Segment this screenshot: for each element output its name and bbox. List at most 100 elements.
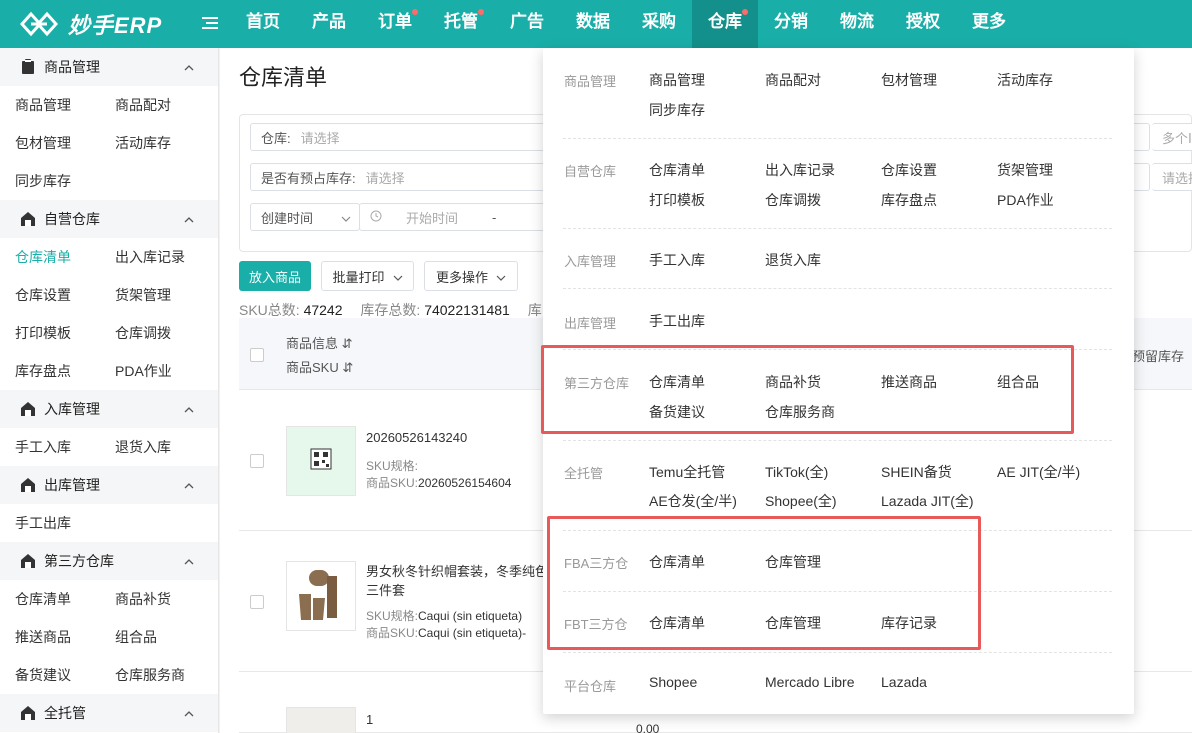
more-actions-button[interactable]: 更多操作	[424, 261, 518, 291]
sidebar-item-print-template[interactable]: 打印模板	[15, 314, 115, 352]
menu-item-warehouse-settings[interactable]: 仓库设置	[881, 160, 937, 180]
menu-item-ae-jit[interactable]: AE JIT(全/半)	[997, 462, 1080, 482]
select-all-checkbox[interactable]	[250, 348, 264, 362]
menu-item-warehouse-list[interactable]: 仓库清单	[649, 160, 705, 180]
sidebar-item-activity-stock[interactable]: 活动库存	[115, 124, 215, 162]
menu-item-product-management[interactable]: 商品管理	[649, 70, 705, 90]
menu-item-platform-shopee[interactable]: Shopee	[649, 674, 697, 690]
menu-divider	[563, 228, 1112, 229]
product-title[interactable]: 1	[366, 712, 373, 727]
row-value: 0.00	[636, 722, 660, 733]
menu-item-warehouse-transfer[interactable]: 仓库调拨	[765, 190, 821, 210]
time-type-select[interactable]: 创建时间	[250, 203, 360, 231]
product-thumbnail[interactable]	[286, 561, 356, 631]
sidebar-item-warehouse-provider[interactable]: 仓库服务商	[115, 656, 215, 694]
clock-icon	[370, 210, 382, 225]
sidebar-group-full-hosting[interactable]: 全托管	[0, 694, 218, 732]
logo-text: 妙手ERP	[68, 13, 163, 38]
date-range-input[interactable]: 开始时间 -	[359, 203, 559, 231]
menu-item-platform-lazada[interactable]: Lazada	[881, 674, 927, 690]
sidebar-item-product-management[interactable]: 商品管理	[15, 86, 115, 124]
menu-item-platform-mercado-libre[interactable]: Mercado Libre	[765, 674, 855, 690]
sidebar-item-bundles[interactable]: 组合品	[115, 618, 215, 656]
chevron-down-icon	[393, 269, 403, 284]
sidebar-item-shelf-management[interactable]: 货架管理	[115, 276, 215, 314]
menu-item-inout-records[interactable]: 出入库记录	[765, 160, 835, 180]
menu-item-return-inbound[interactable]: 退货入库	[765, 250, 821, 270]
add-product-button[interactable]: 放入商品	[239, 261, 311, 291]
menu-item-print-template[interactable]: 打印模板	[649, 190, 705, 210]
menu-item-shelf-management[interactable]: 货架管理	[997, 160, 1053, 180]
nav-ads[interactable]: 广告	[494, 0, 560, 48]
sidebar-item-inout-records[interactable]: 出入库记录	[115, 238, 215, 276]
menu-item-packaging[interactable]: 包材管理	[881, 70, 937, 90]
menu-item-tiktok[interactable]: TikTok(全)	[765, 462, 828, 482]
nav-products[interactable]: 产品	[296, 0, 362, 48]
notification-dot	[742, 9, 748, 15]
logo[interactable]: 妙手ERP	[0, 8, 190, 40]
sidebar-item-manual-outbound[interactable]: 手工出库	[15, 504, 115, 542]
notification-dot	[478, 9, 484, 15]
sidebar-item-3pl-warehouse-list[interactable]: 仓库清单	[15, 580, 115, 618]
menu-toggle-icon[interactable]	[190, 13, 230, 36]
product-title[interactable]: 20260526143240	[366, 430, 467, 445]
nav-authorization[interactable]: 授权	[890, 0, 956, 48]
product-title[interactable]: 男女秋冬针织帽套装，冬季纯色	[366, 561, 556, 580]
row-checkbox[interactable]	[250, 454, 264, 468]
nav-warehouse[interactable]: 仓库	[692, 0, 758, 48]
sidebar-item-push-products[interactable]: 推送商品	[15, 618, 115, 656]
sidebar-item-warehouse-transfer[interactable]: 仓库调拨	[115, 314, 215, 352]
nav-orders[interactable]: 订单	[362, 0, 428, 48]
chevron-up-icon	[184, 60, 194, 74]
right-filter-1[interactable]: 多个Ⅰ	[1152, 123, 1192, 151]
menu-item-shopee-full[interactable]: Shopee(全)	[765, 491, 837, 511]
sidebar-group-third-party-warehouse[interactable]: 第三方仓库	[0, 542, 218, 580]
product-spec: SKU规格:	[366, 459, 419, 473]
sidebar-item-warehouse-settings[interactable]: 仓库设置	[15, 276, 115, 314]
menu-item-ae-warehouse[interactable]: AE仓发(全/半)	[649, 491, 737, 511]
nav-distribution[interactable]: 分销	[758, 0, 824, 48]
nav-data[interactable]: 数据	[560, 0, 626, 48]
menu-item-lazada-jit[interactable]: Lazada JIT(全)	[881, 491, 974, 511]
menu-divider	[563, 440, 1112, 441]
chevron-down-icon	[341, 210, 351, 225]
menu-item-stock-count[interactable]: 库存盘点	[881, 190, 937, 210]
sidebar-group-product-management[interactable]: 商品管理	[0, 48, 218, 86]
product-sku: 商品SKU:20260526154604	[366, 476, 512, 490]
menu-item-product-pairing[interactable]: 商品配对	[765, 70, 821, 90]
product-title-cont: 三件套	[366, 583, 406, 598]
menu-item-shein[interactable]: SHEIN备货	[881, 462, 952, 482]
sidebar-item-replenishment[interactable]: 商品补货	[115, 580, 215, 618]
menu-item-sync-stock[interactable]: 同步库存	[649, 100, 705, 120]
sidebar-item-pda[interactable]: PDA作业	[115, 352, 215, 390]
product-thumbnail[interactable]	[286, 707, 356, 733]
product-thumbnail[interactable]	[286, 426, 356, 496]
menu-item-activity-stock[interactable]: 活动库存	[997, 70, 1053, 90]
sidebar-item-sync-stock[interactable]: 同步库存	[15, 162, 115, 200]
header-product-info[interactable]: 商品信息 ⇵	[286, 333, 353, 352]
menu-item-temu[interactable]: Temu全托管	[649, 462, 725, 482]
row-checkbox[interactable]	[250, 595, 264, 609]
sidebar-group-inbound[interactable]: 入库管理	[0, 390, 218, 428]
nav-purchase[interactable]: 采购	[626, 0, 692, 48]
sidebar-group-outbound[interactable]: 出库管理	[0, 466, 218, 504]
batch-print-button[interactable]: 批量打印	[321, 261, 414, 291]
header-product-sku[interactable]: 商品SKU ⇵	[286, 357, 353, 376]
menu-item-manual-outbound[interactable]: 手工出库	[649, 311, 705, 331]
menu-item-manual-inbound[interactable]: 手工入库	[649, 250, 705, 270]
sidebar-item-warehouse-list[interactable]: 仓库清单	[15, 238, 115, 276]
nav-hosting[interactable]: 托管	[428, 0, 494, 48]
sidebar-item-packaging[interactable]: 包材管理	[15, 124, 115, 162]
sidebar-group-own-warehouse[interactable]: 自营仓库	[0, 200, 218, 238]
sidebar-item-return-inbound[interactable]: 退货入库	[115, 428, 215, 466]
sidebar-item-stock-suggestion[interactable]: 备货建议	[15, 656, 115, 694]
nav-logistics[interactable]: 物流	[824, 0, 890, 48]
sidebar-item-stock-count[interactable]: 库存盘点	[15, 352, 115, 390]
nav-more[interactable]: 更多	[956, 0, 1022, 48]
sidebar-item-product-pairing[interactable]: 商品配对	[115, 86, 215, 124]
right-filter-2[interactable]: 请选择	[1152, 163, 1192, 191]
menu-item-pda[interactable]: PDA作业	[997, 190, 1054, 210]
sidebar-item-manual-inbound[interactable]: 手工入库	[15, 428, 115, 466]
nav-home[interactable]: 首页	[230, 0, 296, 48]
menu-section-label: 自营仓库	[564, 164, 617, 179]
